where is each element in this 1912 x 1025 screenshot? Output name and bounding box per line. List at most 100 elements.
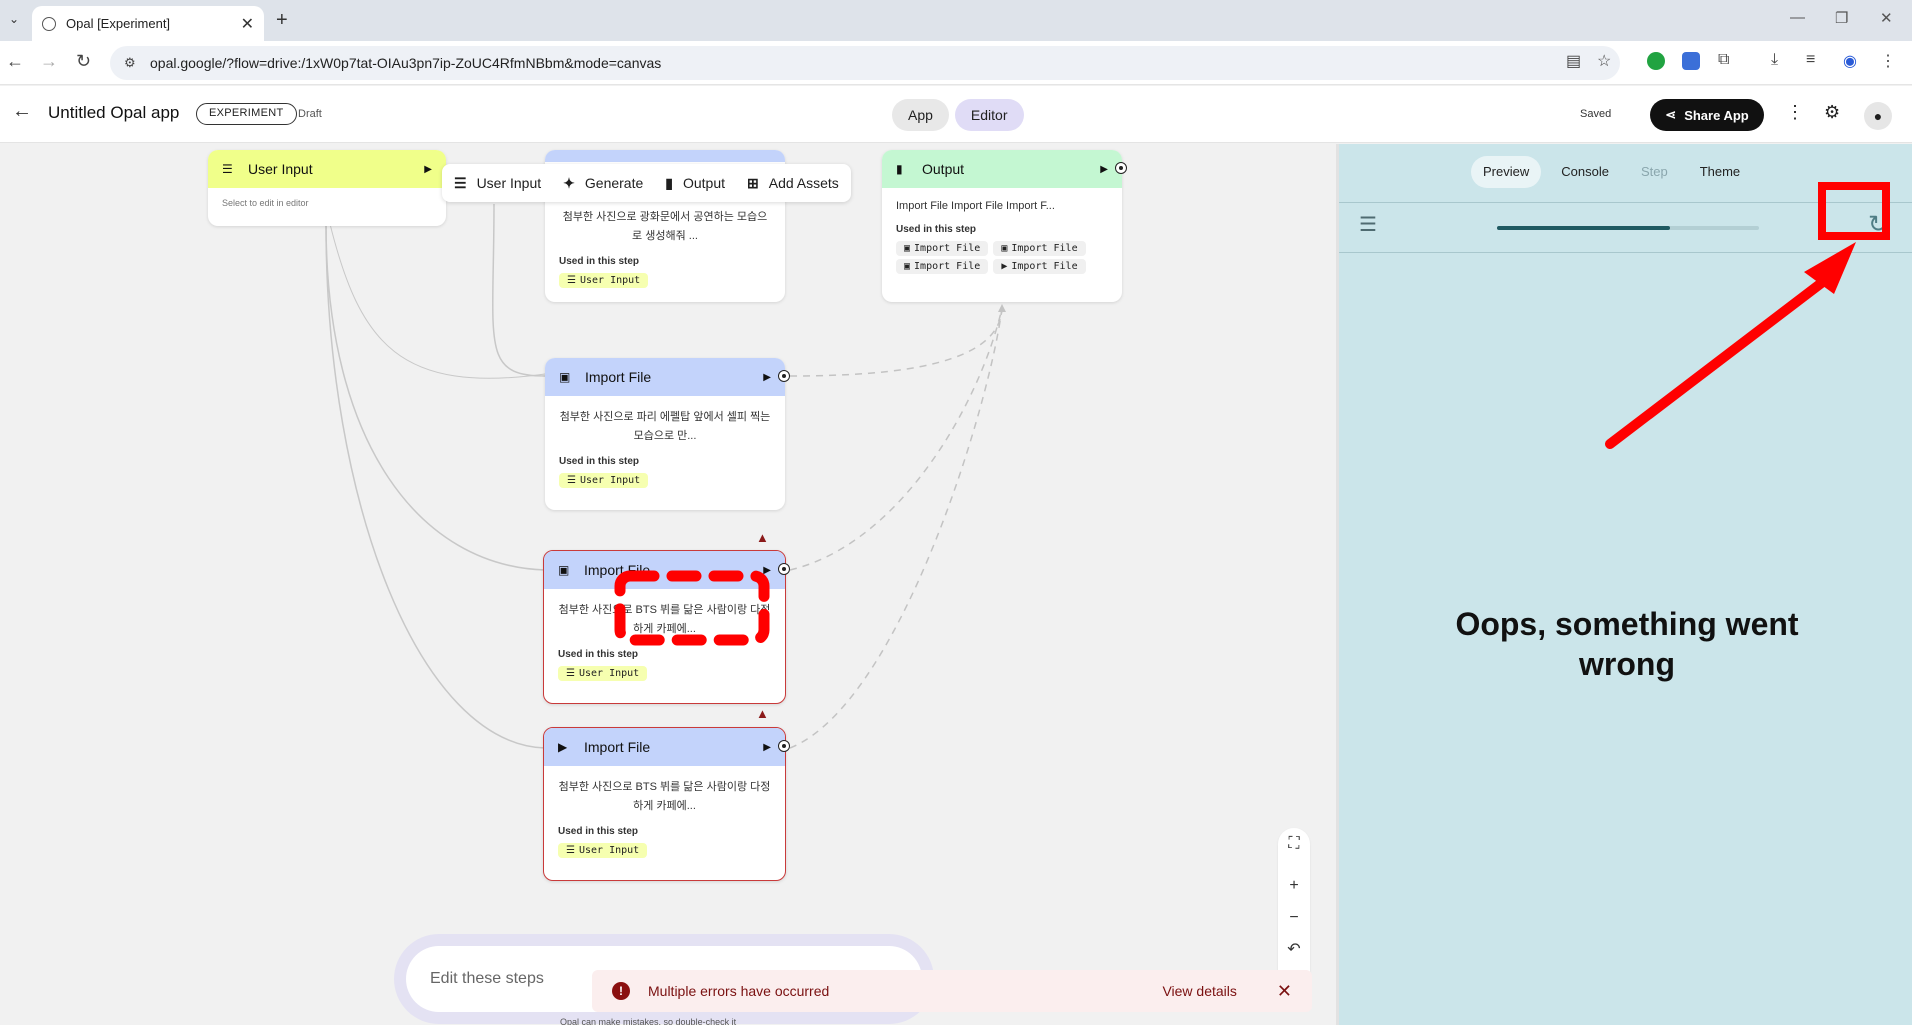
site-settings-icon[interactable]: ⚙ xyxy=(124,55,140,71)
wire-arrowhead xyxy=(998,304,1006,312)
extension-blue-icon[interactable] xyxy=(1682,52,1700,70)
settings-gear-icon[interactable]: ⚙ xyxy=(1824,102,1840,123)
forward-icon[interactable]: → xyxy=(40,51,58,72)
editor-canvas[interactable]: ☰ User Input ▶ Select to edit in editor … xyxy=(0,144,1334,1025)
play-icon[interactable]: ▶ xyxy=(763,565,771,576)
chart-icon: ▮ xyxy=(665,174,673,191)
zoom-out-icon[interactable]: − xyxy=(1289,902,1298,934)
text-input-icon: ☰ xyxy=(567,275,576,286)
node-user-input-header[interactable]: ☰ User Input ▶ xyxy=(208,150,446,188)
user-input-chip[interactable]: ☰ User Input xyxy=(558,843,648,858)
node-title: Output xyxy=(922,161,965,177)
file-icon: ▣ xyxy=(904,261,911,272)
media-icon[interactable]: ≡ xyxy=(1806,51,1815,69)
user-input-chip[interactable]: ☰ User Input xyxy=(559,273,649,288)
extensions-puzzle-icon[interactable]: ⧉ xyxy=(1718,51,1729,69)
node-import-file-2[interactable]: ▣ Import File ▶ 첨부한 사진으로 BTS 뷔를 닮은 사람이랑 … xyxy=(543,550,786,704)
node-output[interactable]: ▮ Output ▶ Import File Import File Impor… xyxy=(882,150,1122,302)
hamburger-menu-icon[interactable]: ☰ xyxy=(1359,212,1377,237)
file-icon: ▣ xyxy=(904,243,911,254)
node-user-input[interactable]: ☰ User Input ▶ Select to edit in editor xyxy=(208,150,446,226)
node-title: User Input xyxy=(248,161,313,177)
app-mode-button[interactable]: App xyxy=(892,99,949,131)
undo-icon[interactable]: ↶ xyxy=(1287,934,1300,966)
node-import-header[interactable]: ▣ Import File ▶ xyxy=(544,551,785,589)
wire-user-to-import3 xyxy=(325,223,546,749)
node-port[interactable] xyxy=(778,370,790,382)
fit-view-icon[interactable]: ⛶ xyxy=(1288,828,1299,860)
reload-icon[interactable]: ↻ xyxy=(76,51,91,72)
minimize-icon[interactable]: — xyxy=(1790,9,1805,26)
add-generate-button[interactable]: ✦ Generate xyxy=(563,175,643,192)
play-icon[interactable]: ▶ xyxy=(1100,164,1108,175)
node-import-file-1[interactable]: ▣ Import File ▶ 첨부한 사진으로 파리 에펠탑 앞에서 셀피 찍… xyxy=(545,358,785,510)
error-message: Oops, something went wrong xyxy=(1455,606,1799,682)
node-body: Import File Import File Import F... Used… xyxy=(882,188,1122,289)
tab-step[interactable]: Step xyxy=(1629,156,1680,188)
share-app-button[interactable]: ⋖ Share App xyxy=(1650,99,1764,131)
output-port[interactable] xyxy=(1115,162,1127,174)
address-bar[interactable]: ⚙ opal.google/?flow=drive:/1xW0p7tat-OIA… xyxy=(110,46,1620,80)
add-output-button[interactable]: ▮ Output xyxy=(665,175,725,192)
node-import-header[interactable]: ▣ Import File ▶ xyxy=(545,358,785,396)
back-arrow-icon[interactable]: ← xyxy=(12,100,32,123)
error-toast: ! Multiple errors have occurred View det… xyxy=(592,970,1312,1012)
node-import-header[interactable]: ▶ Import File ▶ xyxy=(544,728,785,766)
import-file-chip[interactable]: ▣ Import File xyxy=(896,259,989,274)
close-toast-icon[interactable]: ✕ xyxy=(1277,981,1292,1002)
restore-icon[interactable]: ❐ xyxy=(1835,9,1848,27)
tab-console[interactable]: Console xyxy=(1549,156,1621,188)
back-icon[interactable]: ← xyxy=(6,51,24,72)
person-icon: ● xyxy=(1873,108,1883,124)
import-file-chip[interactable]: ▣ Import File xyxy=(993,241,1086,256)
close-tab-icon[interactable]: ✕ xyxy=(241,14,254,34)
app-title[interactable]: Untitled Opal app xyxy=(48,103,179,123)
bookmark-star-icon[interactable]: ☆ xyxy=(1597,51,1611,71)
add-step-toolbar: ☰ User Input ✦ Generate ▮ Output ⊞ Add Asset… xyxy=(442,164,851,202)
node-body: Select to edit in editor xyxy=(208,188,446,220)
tab-search-icon[interactable]: ⌄ xyxy=(3,8,25,30)
mode-toggle: App Editor xyxy=(892,99,1024,131)
wire-import3-to-output xyxy=(789,307,1003,749)
download-icon[interactable]: ⤓ xyxy=(1771,51,1778,69)
play-icon[interactable]: ▶ xyxy=(424,164,432,175)
browser-tab[interactable]: Opal [Experiment] ✕ xyxy=(32,6,264,41)
profile-icon[interactable]: ◉ xyxy=(1843,51,1857,71)
window-close-icon[interactable]: ✕ xyxy=(1880,9,1893,27)
new-tab-icon[interactable]: + xyxy=(276,9,288,32)
user-input-chip[interactable]: ☰ User Input xyxy=(559,473,649,488)
arrow-annotation xyxy=(1605,182,1890,449)
experiment-badge: EXPERIMENT xyxy=(196,103,297,125)
browser-menu-icon[interactable]: ⋮ xyxy=(1880,51,1896,71)
node-title: Import File xyxy=(584,562,651,578)
user-input-chip[interactable]: ☰ User Input xyxy=(558,666,648,681)
draft-status: Draft xyxy=(298,108,322,120)
node-port[interactable] xyxy=(778,740,790,752)
node-output-header[interactable]: ▮ Output ▶ xyxy=(882,150,1122,188)
saved-status: Saved xyxy=(1580,108,1612,120)
node-generate-header[interactable] xyxy=(545,150,785,162)
add-assets-button[interactable]: ⊞ Add Assets xyxy=(747,175,839,192)
tab-preview[interactable]: Preview xyxy=(1471,156,1542,188)
view-details-link[interactable]: View details xyxy=(1162,983,1236,999)
clipboard-icon[interactable]: ▤ xyxy=(1566,51,1581,71)
wire-gen-to-import1 xyxy=(491,203,546,377)
more-menu-icon[interactable]: ⋮ xyxy=(1786,102,1804,123)
zoom-in-icon[interactable]: + xyxy=(1289,870,1298,902)
extension-green-icon[interactable] xyxy=(1647,52,1665,70)
progress-fill xyxy=(1497,226,1670,230)
node-port[interactable] xyxy=(778,563,790,575)
play-icon[interactable]: ▶ xyxy=(763,372,771,383)
node-import-file-3[interactable]: ▶ Import File ▶ 첨부한 사진으로 BTS 뷔를 닮은 사람이랑 … xyxy=(543,727,786,881)
tab-theme[interactable]: Theme xyxy=(1688,156,1752,188)
editor-mode-button[interactable]: Editor xyxy=(954,99,1024,131)
refresh-icon[interactable]: ↻ xyxy=(1868,210,1888,239)
text-input-icon: ☰ xyxy=(566,668,575,679)
avatar[interactable]: ● xyxy=(1864,102,1892,130)
play-icon[interactable]: ▶ xyxy=(763,742,771,753)
import-file-chip[interactable]: ▣ Import File xyxy=(896,241,989,256)
import-file-chip[interactable]: ▶ Import File xyxy=(993,259,1086,274)
add-user-input-button[interactable]: ☰ User Input xyxy=(454,175,541,192)
tab-title: Opal [Experiment] xyxy=(66,16,171,31)
wire-user-to-import2 xyxy=(325,223,546,571)
